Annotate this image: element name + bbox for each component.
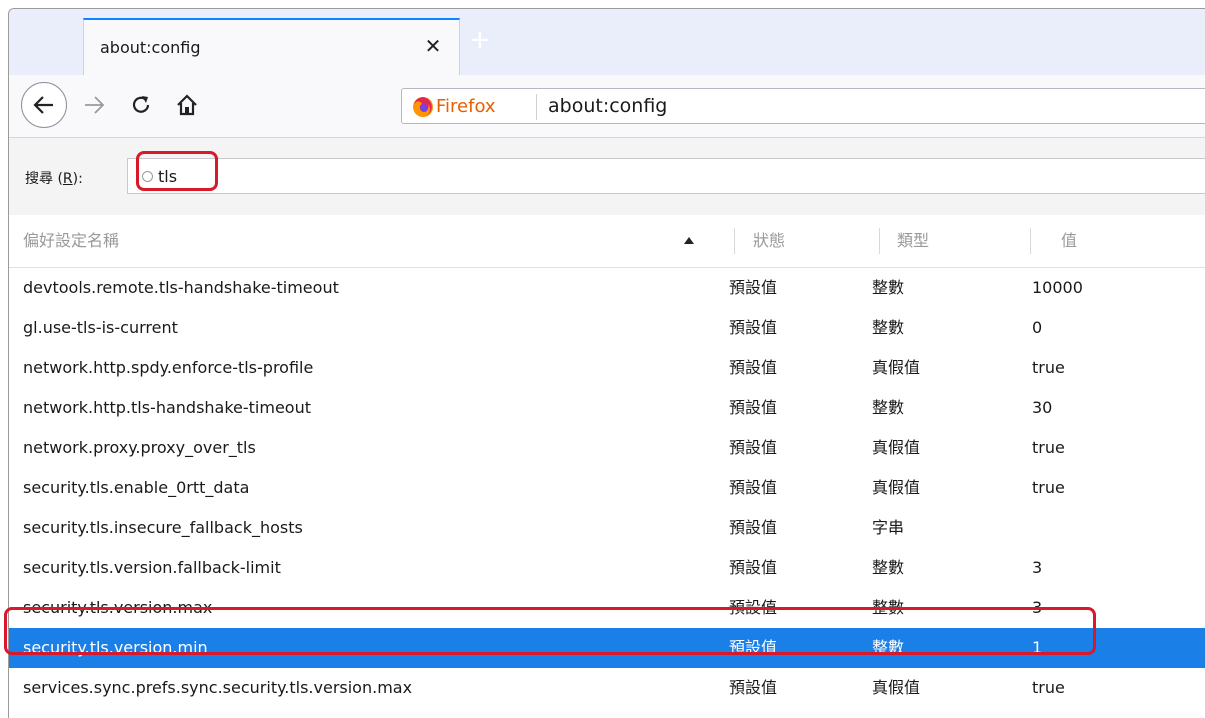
pref-value: 3 (1032, 598, 1043, 617)
pref-name: devtools.remote.tls-handshake-timeout (23, 278, 339, 297)
reload-button[interactable] (127, 91, 155, 119)
search-label-tail: ): (72, 171, 83, 187)
pref-value: 1 (1032, 638, 1043, 657)
table-row[interactable]: services.sync.prefs.sync.security.tls.ve… (9, 668, 1205, 708)
table-header: 偏好設定名稱 狀態 類型 值 (9, 215, 1205, 268)
url-separator (536, 94, 537, 120)
column-header-status[interactable]: 狀態 (753, 215, 785, 267)
tab-strip: about:config ✕ + (9, 9, 1205, 75)
table-row[interactable]: security.tls.version.fallback-limit 預設值 整數… (9, 548, 1205, 588)
column-header-value[interactable]: 值 (1061, 215, 1077, 267)
pref-value: 3 (1032, 558, 1043, 577)
pref-status: 預設值 (729, 638, 778, 657)
browser-window: about:config ✕ + Firefox about:config 搜尋… (8, 8, 1205, 718)
table-row[interactable]: security.tls.version.max 預設值 整數 3 (9, 588, 1205, 628)
pref-value: 0 (1032, 318, 1043, 337)
pref-name: security.tls.version.min (23, 638, 208, 657)
pref-status: 預設值 (729, 318, 778, 337)
new-tab-icon[interactable]: + (469, 27, 491, 53)
pref-type: 整數 (872, 398, 905, 417)
pref-name: services.sync.prefs.sync.security.tls.ve… (23, 678, 413, 697)
tab-about-config[interactable]: about:config ✕ (83, 18, 460, 75)
pref-value: 30 (1032, 398, 1053, 417)
pref-name: network.proxy.proxy_over_tls (23, 438, 256, 457)
pref-type: 整數 (872, 278, 905, 297)
column-divider[interactable] (879, 228, 880, 254)
table-row[interactable]: network.http.tls-handshake-timeout 預設值 整數 3… (9, 388, 1205, 428)
preferences-table: 偏好設定名稱 狀態 類型 值 devtools.remote.tls-hands… (9, 215, 1205, 718)
pref-status: 預設值 (729, 678, 778, 697)
pref-status: 預設值 (729, 278, 778, 297)
search-label-text: 搜尋 ( (25, 171, 63, 187)
pref-type: 真假值 (872, 678, 921, 697)
url-bar[interactable]: Firefox about:config (401, 88, 1205, 124)
search-label-accel: R (62, 171, 73, 187)
firefox-logo-icon (413, 97, 433, 117)
pref-status: 預設值 (729, 478, 778, 497)
table-row[interactable]: security.tls.insecure_fallback_hosts 預設值 字… (9, 508, 1205, 548)
pref-value: true (1032, 358, 1065, 377)
pref-type: 整數 (872, 318, 905, 337)
pref-status: 預設值 (729, 598, 778, 617)
tab-title: about:config (100, 38, 201, 57)
pref-type: 整數 (872, 598, 905, 617)
reload-icon (132, 96, 150, 113)
table-row[interactable]: security.tls.version.min 預設值 整數 1 (9, 628, 1205, 668)
column-header-name[interactable]: 偏好設定名稱 (23, 215, 119, 267)
column-divider[interactable] (734, 228, 735, 254)
pref-name: network.http.spdy.enforce-tls-profile (23, 358, 314, 377)
navigation-bar: Firefox about:config (9, 75, 1205, 138)
search-input[interactable] (158, 163, 458, 189)
forward-button[interactable] (79, 92, 109, 118)
pref-type: 真假值 (872, 358, 921, 377)
back-button[interactable] (21, 82, 67, 128)
arrow-right-icon (85, 96, 105, 114)
pref-type: 字串 (872, 518, 905, 537)
pref-type: 整數 (872, 558, 905, 577)
pref-status: 預設值 (729, 358, 778, 377)
arrow-left-icon (33, 96, 53, 114)
pref-name: network.http.tls-handshake-timeout (23, 398, 312, 417)
pref-status: 預設值 (729, 518, 778, 537)
pref-name: security.tls.insecure_fallback_hosts (23, 518, 303, 537)
search-icon (142, 171, 153, 182)
identity-label[interactable]: Firefox (436, 96, 496, 117)
table-row[interactable]: devtools.remote.tls-handshake-timeout 預設值… (9, 268, 1205, 308)
pref-status: 預設值 (729, 558, 778, 577)
close-icon[interactable]: ✕ (421, 32, 445, 60)
sort-ascending-icon (684, 237, 694, 244)
table-body: devtools.remote.tls-handshake-timeout 預設值… (9, 268, 1205, 718)
pref-type: 整數 (872, 638, 905, 657)
search-box[interactable] (127, 158, 1205, 194)
table-row[interactable]: network.http.spdy.enforce-tls-profile 預設值… (9, 348, 1205, 388)
pref-name: security.tls.version.max (23, 598, 213, 617)
search-row: 搜尋 (R): (9, 138, 1205, 216)
pref-value: true (1032, 438, 1065, 457)
pref-status: 預設值 (729, 438, 778, 457)
pref-name: security.tls.enable_0rtt_data (23, 478, 250, 497)
pref-status: 預設值 (729, 398, 778, 417)
home-icon (177, 94, 197, 116)
table-row[interactable]: gl.use-tls-is-current 預設值 整數 0 (9, 308, 1205, 348)
pref-name: security.tls.version.fallback-limit (23, 558, 281, 577)
table-row[interactable]: network.proxy.proxy_over_tls 預設值 真假值 true (9, 428, 1205, 468)
pref-type: 真假值 (872, 438, 921, 457)
pref-name: gl.use-tls-is-current (23, 318, 178, 337)
table-row[interactable]: security.tls.enable_0rtt_data 預設值 真假值 true (9, 468, 1205, 508)
search-label: 搜尋 (R): (25, 168, 83, 188)
home-button[interactable] (173, 91, 201, 119)
column-divider[interactable] (1030, 228, 1031, 254)
column-header-type[interactable]: 類型 (897, 215, 929, 267)
pref-value: 10000 (1032, 278, 1083, 297)
pref-value: true (1032, 478, 1065, 497)
pref-type: 真假值 (872, 478, 921, 497)
pref-value: true (1032, 678, 1065, 697)
url-text[interactable]: about:config (548, 95, 667, 117)
